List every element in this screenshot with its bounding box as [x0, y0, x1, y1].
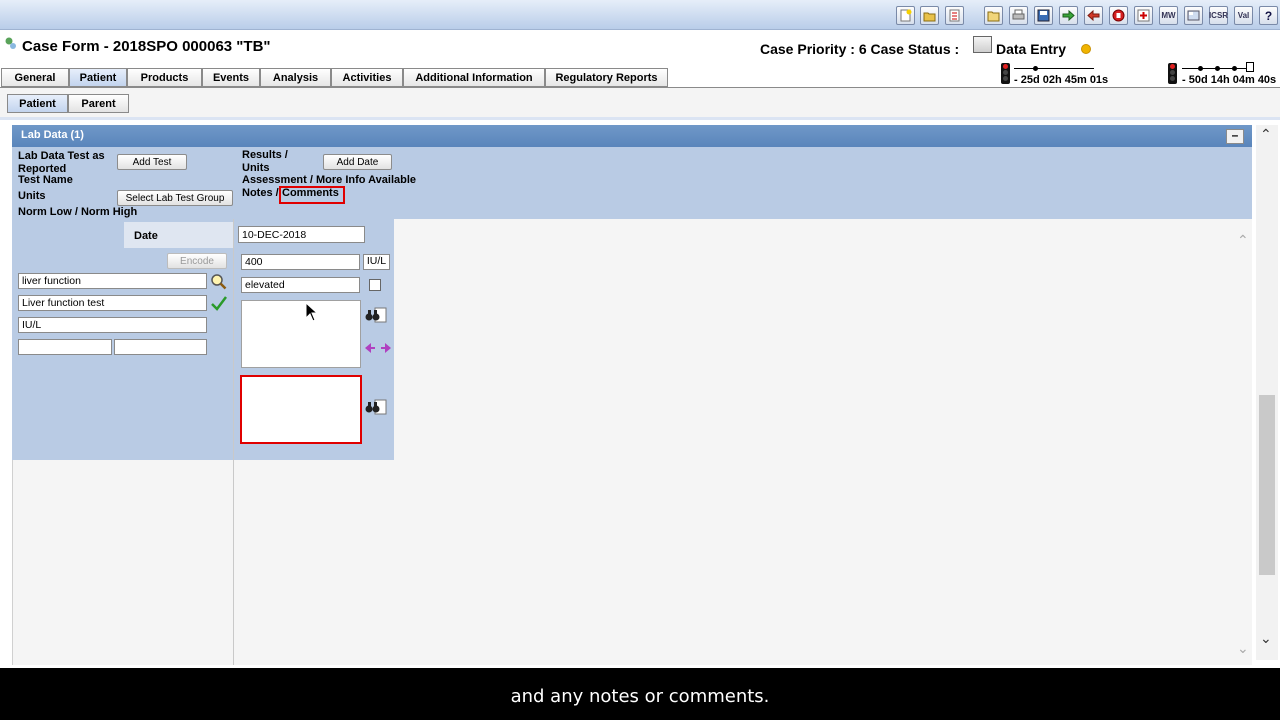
- tab-patient[interactable]: Patient: [69, 68, 127, 87]
- norm-low-field[interactable]: [18, 339, 112, 355]
- status-indicator-icon: [1081, 44, 1091, 54]
- timeline-point: [1215, 66, 1220, 71]
- scroll-up-icon[interactable]: ⌃: [1260, 126, 1272, 143]
- case-priority-label: Case Priority : 6 Case Status :: [760, 41, 960, 57]
- open-case-icon[interactable]: [920, 6, 939, 25]
- lab-test-as-reported-label: Lab Data Test as Reported: [18, 150, 105, 175]
- subtab-parent[interactable]: Parent: [68, 94, 129, 113]
- open-folder-icon[interactable]: [984, 6, 1003, 25]
- binoculars-icon[interactable]: [364, 398, 387, 416]
- icsr-icon[interactable]: ICSR: [1209, 6, 1228, 25]
- assessment-label: Assessment / More Info Available: [242, 174, 417, 186]
- close-icon[interactable]: [1109, 6, 1128, 25]
- units-field[interactable]: [18, 317, 207, 333]
- timeline-point: [1033, 66, 1038, 71]
- date-label: Date: [134, 230, 158, 242]
- print-icon[interactable]: [1009, 6, 1028, 25]
- tab-products[interactable]: Products: [127, 68, 202, 87]
- page-title: Case Form - 2018SPO 000063 "TB": [22, 38, 271, 55]
- norm-high-field[interactable]: [114, 339, 207, 355]
- case-status-value: Data Entry: [996, 41, 1067, 57]
- timeline-point: [1198, 66, 1203, 71]
- lab-test-as-reported-field[interactable]: [18, 273, 207, 289]
- lab-data-labels-band: [12, 147, 1252, 219]
- navigate-arrows-icon[interactable]: [364, 340, 391, 358]
- lab-data-section-header: Lab Data (1) –: [12, 125, 1252, 147]
- more-info-checkbox[interactable]: [369, 279, 381, 291]
- check-icon: [209, 295, 231, 313]
- scroll-down-icon[interactable]: ⌄: [1260, 630, 1272, 647]
- save-icon[interactable]: [1034, 6, 1053, 25]
- result-field[interactable]: [241, 254, 360, 270]
- units-label: Units: [18, 190, 46, 202]
- new-case-icon[interactable]: [896, 6, 915, 25]
- units-label-2: Units: [242, 162, 270, 174]
- date-field[interactable]: [238, 226, 365, 243]
- add-case-icon[interactable]: [1134, 6, 1153, 25]
- norm-low-high-label: Norm Low / Norm High: [18, 206, 138, 218]
- document-icon: [1246, 62, 1254, 72]
- app-logo-icon: [4, 36, 18, 50]
- comments-label-highlight: [279, 186, 345, 204]
- inner-scroll-down-icon[interactable]: ⌄: [1237, 640, 1249, 657]
- tab-regulatory-reports[interactable]: Regulatory Reports: [545, 68, 668, 87]
- timer-1: - 25d 02h 45m 01s: [1014, 74, 1109, 86]
- validate-icon[interactable]: Val: [1234, 6, 1253, 25]
- assessment-field[interactable]: [241, 277, 360, 293]
- help-icon[interactable]: ?: [1259, 6, 1278, 25]
- scrollbar-thumb[interactable]: [1259, 395, 1275, 575]
- results-label: Results /: [242, 149, 288, 161]
- traffic-light-icon: [1001, 63, 1010, 84]
- tab-general[interactable]: General: [1, 68, 69, 87]
- medwatch-icon[interactable]: MW: [1159, 6, 1178, 25]
- vertical-scrollbar[interactable]: [1256, 125, 1278, 660]
- comments-textarea[interactable]: [240, 375, 362, 444]
- notes-label: Notes /: [242, 187, 279, 199]
- mouse-cursor-icon: [305, 301, 319, 325]
- notes-textarea[interactable]: [241, 300, 361, 368]
- subtab-patient[interactable]: Patient: [7, 94, 68, 113]
- encode-button[interactable]: Encode: [167, 253, 227, 269]
- subtab-bar: [0, 88, 1280, 120]
- tab-activities[interactable]: Activities: [331, 68, 403, 87]
- section-title: Lab Data (1): [21, 129, 84, 141]
- top-toolbar: MW ICSR Val ?: [0, 0, 1280, 30]
- tab-events[interactable]: Events: [202, 68, 260, 87]
- timer-2: - 50d 14h 04m 40s: [1182, 74, 1277, 86]
- video-caption: and any notes or comments.: [510, 686, 770, 707]
- select-lab-test-group-button[interactable]: Select Lab Test Group: [117, 190, 233, 206]
- timeline-line: [1014, 68, 1094, 69]
- inner-scroll-up-icon[interactable]: ⌃: [1237, 232, 1249, 249]
- forward-icon[interactable]: [1059, 6, 1078, 25]
- column-divider: [233, 219, 234, 665]
- add-test-button[interactable]: Add Test: [117, 154, 187, 170]
- binoculars-icon[interactable]: [364, 306, 387, 324]
- tab-additional-information[interactable]: Additional Information: [403, 68, 545, 87]
- tab-analysis[interactable]: Analysis: [260, 68, 331, 87]
- test-name-field[interactable]: [18, 295, 207, 311]
- status-monitor-icon: [973, 36, 992, 53]
- return-icon[interactable]: [1084, 6, 1103, 25]
- collapse-button[interactable]: –: [1226, 129, 1244, 144]
- result-units-field[interactable]: IU/L: [363, 254, 390, 270]
- layout-icon[interactable]: [1184, 6, 1203, 25]
- add-date-button[interactable]: Add Date: [323, 154, 392, 170]
- worklist-icon[interactable]: [945, 6, 964, 25]
- test-name-label: Test Name: [18, 174, 73, 186]
- search-icon[interactable]: [209, 273, 231, 291]
- traffic-light-icon: [1168, 63, 1177, 84]
- timeline-point: [1232, 66, 1237, 71]
